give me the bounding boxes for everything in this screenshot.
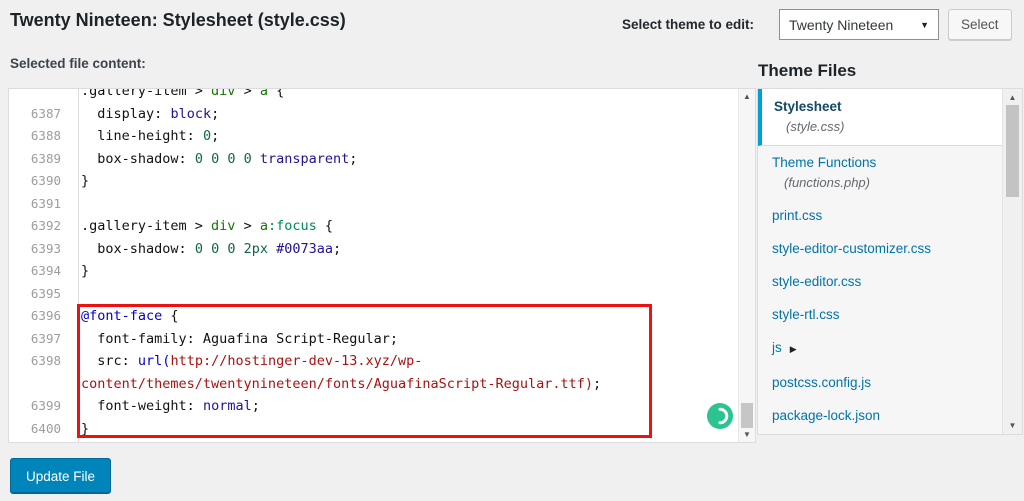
line-number: 6397 [9, 328, 70, 351]
code-line: 6399 font-weight: normal; [9, 395, 738, 418]
code-lines: .gallery-item > div > a {6387 display: b… [9, 88, 738, 440]
line-number: 6398 [9, 350, 70, 373]
code-line: 6394} [9, 260, 738, 283]
scroll-down-icon[interactable]: ▼ [1003, 421, 1022, 430]
line-code: .gallery-item > div > a:focus { [70, 215, 333, 238]
line-code: box-shadow: 0 0 0 0 transparent; [70, 148, 357, 171]
code-line: 6387 display: block; [9, 103, 738, 126]
code-line: 6388 line-height: 0; [9, 125, 738, 148]
theme-file-item-style-editor-customizer-css[interactable]: style-editor-customizer.css [758, 232, 1002, 265]
code-line: 6389 box-shadow: 0 0 0 0 transparent; [9, 148, 738, 171]
code-line: 6390} [9, 170, 738, 193]
line-code: line-height: 0; [70, 125, 219, 148]
line-number: 6399 [9, 395, 70, 418]
scroll-up-icon[interactable]: ▲ [739, 92, 755, 101]
line-number: 6394 [9, 260, 70, 283]
theme-files-list: Stylesheet (style.css) Theme Functions (fun… [758, 89, 1002, 434]
theme-file-item-package-lock-json[interactable]: package-lock.json [758, 399, 1002, 432]
gutter-separator [78, 89, 79, 442]
line-number [9, 373, 70, 396]
theme-file-item-stylesheet[interactable]: Stylesheet (style.css) [758, 89, 1002, 146]
theme-file-link[interactable]: js [772, 340, 782, 355]
line-code: box-shadow: 0 0 0 2px #0073aa; [70, 238, 341, 261]
theme-file-filename: (style.css) [774, 118, 1002, 135]
line-number: 6395 [9, 283, 70, 306]
folder-expand-icon[interactable]: ▶ [790, 344, 797, 354]
page-title: Twenty Nineteen: Stylesheet (style.css) [10, 10, 346, 31]
theme-file-item-print-css[interactable]: print.css [758, 199, 1002, 232]
theme-file-filename: (functions.php) [772, 174, 1002, 191]
editor-scrollbar[interactable]: ▲ ▼ [738, 89, 755, 442]
code-line: .gallery-item > div > a { [9, 88, 738, 103]
scroll-down-icon[interactable]: ▼ [739, 430, 755, 439]
line-number: 6400 [9, 418, 70, 441]
line-code: src: url(http://hostinger-dev-13.xyz/wp- [70, 350, 422, 373]
code-line: 6398 src: url(http://hostinger-dev-13.xy… [9, 350, 738, 373]
theme-files-panel: Stylesheet (style.css) Theme Functions (fun… [757, 88, 1023, 435]
code-line: content/themes/twentynineteen/fonts/Agua… [9, 373, 738, 396]
select-theme-button[interactable]: Select [948, 9, 1012, 40]
theme-file-item-style-editor-css[interactable]: style-editor.css [758, 265, 1002, 298]
loading-spinner-icon [707, 403, 733, 429]
theme-file-link[interactable]: Stylesheet [774, 99, 842, 114]
line-number: 6387 [9, 103, 70, 126]
theme-file-item-postcss-config-js[interactable]: postcss.config.js [758, 366, 1002, 399]
editor-scrollbar-thumb[interactable] [741, 403, 753, 428]
code-line: 6391 [9, 193, 738, 216]
line-code: content/themes/twentynineteen/fonts/Agua… [70, 373, 601, 396]
select-theme-label: Select theme to edit: [622, 17, 754, 32]
line-code [70, 283, 89, 306]
code-line: 6393 box-shadow: 0 0 0 2px #0073aa; [9, 238, 738, 261]
scroll-up-icon[interactable]: ▲ [1003, 93, 1022, 102]
code-line: 6396@font-face { [9, 305, 738, 328]
theme-file-link[interactable]: Theme Functions [772, 155, 876, 170]
code-line: 6395 [9, 283, 738, 306]
line-code: display: block; [70, 103, 219, 126]
line-number: 6389 [9, 148, 70, 171]
code-line: 6392.gallery-item > div > a:focus { [9, 215, 738, 238]
theme-file-link[interactable]: print.css [772, 208, 822, 223]
line-code: } [70, 418, 89, 441]
theme-file-link[interactable]: style-editor.css [772, 274, 861, 289]
line-code: } [70, 170, 89, 193]
line-code: @font-face { [70, 305, 179, 328]
theme-file-link[interactable]: style-rtl.css [772, 307, 840, 322]
theme-file-link[interactable]: postcss.config.js [772, 375, 871, 390]
theme-file-link[interactable]: style-editor-customizer.css [772, 241, 931, 256]
theme-file-item-js[interactable]: js ▶ [758, 331, 1002, 366]
line-number: 6390 [9, 170, 70, 193]
line-code: .gallery-item > div > a { [70, 88, 284, 103]
selected-file-content-label: Selected file content: [10, 56, 146, 71]
sidebar-scrollbar-thumb[interactable] [1006, 105, 1019, 197]
line-number: 6392 [9, 215, 70, 238]
code-line: 6400} [9, 418, 738, 441]
theme-file-item-style-rtl-css[interactable]: style-rtl.css [758, 298, 1002, 331]
line-code: } [70, 260, 89, 283]
theme-file-item-theme-functions[interactable]: Theme Functions (functions.php) [758, 146, 1002, 199]
update-file-button[interactable]: Update File [10, 458, 111, 494]
line-number: 6393 [9, 238, 70, 261]
theme-select-value: Twenty Nineteen [789, 17, 914, 33]
line-code [70, 193, 89, 216]
line-code: font-family: Aguafina Script-Regular; [70, 328, 398, 351]
sidebar-scrollbar[interactable]: ▲ ▼ [1002, 89, 1022, 434]
theme-select-dropdown[interactable]: Twenty Nineteen ▼ [779, 9, 939, 40]
theme-files-heading: Theme Files [758, 61, 856, 81]
line-number: 6391 [9, 193, 70, 216]
dropdown-arrow-icon: ▼ [920, 20, 929, 30]
theme-file-link[interactable]: package-lock.json [772, 408, 880, 423]
line-number: 6388 [9, 125, 70, 148]
code-editor[interactable]: .gallery-item > div > a {6387 display: b… [8, 88, 756, 443]
line-number: 6396 [9, 305, 70, 328]
line-code: font-weight: normal; [70, 395, 260, 418]
code-line: 6397 font-family: Aguafina Script-Regula… [9, 328, 738, 351]
line-number [9, 88, 70, 103]
